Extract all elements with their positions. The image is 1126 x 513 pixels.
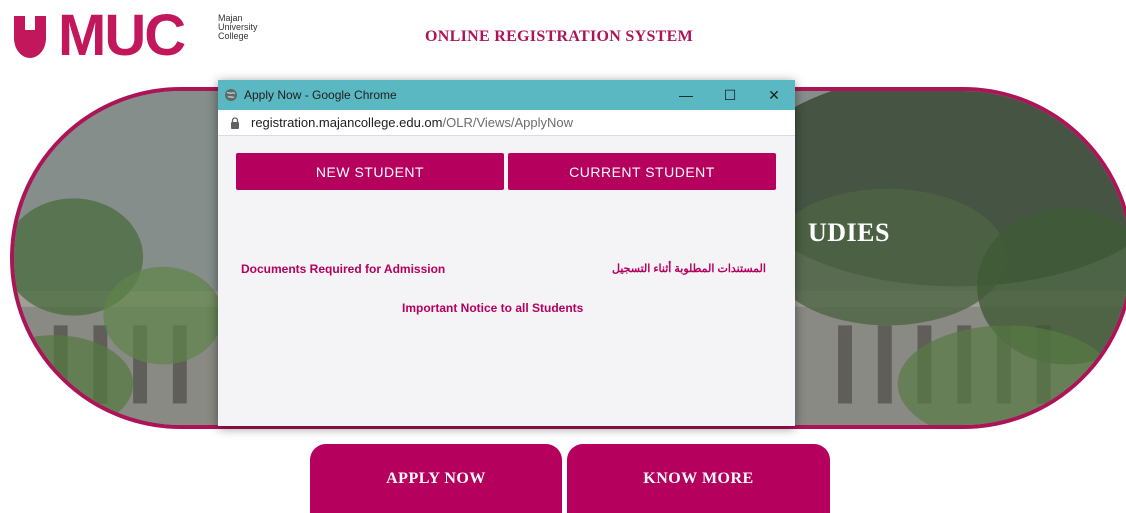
- globe-icon: [225, 89, 237, 101]
- window-titlebar[interactable]: Apply Now - Google Chrome — ☐ ✕: [218, 80, 795, 110]
- lock-icon: [231, 117, 239, 129]
- muc-logo[interactable]: MUC Majan University College: [12, 3, 272, 68]
- minimize-icon[interactable]: —: [676, 85, 696, 105]
- maximize-icon[interactable]: ☐: [720, 85, 740, 105]
- new-student-button[interactable]: NEW STUDENT: [236, 153, 504, 190]
- window-title: Apply Now - Google Chrome: [244, 88, 397, 102]
- logo-subtitle: Majan University College: [218, 13, 258, 41]
- documents-required-arabic-link[interactable]: المستندات المطلوبة أثناء التسجيل: [612, 262, 766, 275]
- important-notice-link[interactable]: Important Notice to all Students: [402, 301, 583, 315]
- url-text: registration.majancollege.edu.om/OLR/Vie…: [251, 115, 574, 130]
- close-icon[interactable]: ✕: [764, 85, 784, 105]
- apply-now-button[interactable]: APPLY NOW: [310, 444, 562, 513]
- current-student-button[interactable]: CURRENT STUDENT: [508, 153, 776, 190]
- site-title: ONLINE REGISTRATION SYSTEM: [425, 28, 694, 45]
- address-bar[interactable]: registration.majancollege.edu.om/OLR/Vie…: [218, 110, 795, 136]
- logo-shield-icon: [14, 16, 46, 58]
- logo-wordmark: MUC: [58, 3, 186, 68]
- documents-required-link[interactable]: Documents Required for Admission: [241, 262, 445, 276]
- apply-now-popup-window: Apply Now - Google Chrome — ☐ ✕ registra…: [218, 80, 795, 426]
- know-more-button[interactable]: KNOW MORE: [567, 444, 830, 513]
- banner-heading: UDIES: [808, 218, 890, 247]
